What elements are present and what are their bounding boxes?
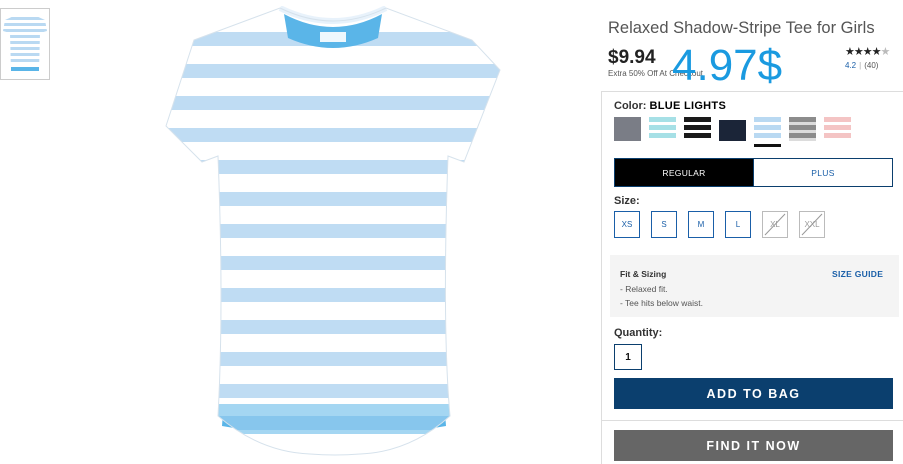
- add-to-bag-button[interactable]: ADD TO BAG: [614, 378, 893, 409]
- color-swatch-blue-lights[interactable]: [754, 117, 781, 147]
- product-main-image: [165, 6, 501, 456]
- product-thumbnail[interactable]: [0, 8, 50, 80]
- size-option-label: S: [661, 220, 667, 229]
- star-icon: ★: [845, 46, 855, 58]
- fit-note: - Relaxed fit.: [620, 284, 668, 294]
- size-option-label: XS: [621, 220, 633, 229]
- rating-score[interactable]: 4.2: [845, 61, 856, 70]
- fit-note: - Tee hits below waist.: [620, 298, 703, 308]
- color-swatch-black-white-stripe[interactable]: [684, 117, 711, 141]
- tab-plus[interactable]: PLUS: [753, 159, 892, 186]
- product-price: $9.94: [608, 47, 656, 68]
- quantity-input[interactable]: 1: [614, 344, 642, 370]
- color-swatch-navy[interactable]: [719, 117, 746, 141]
- unavailable-slash-icon: [801, 213, 823, 236]
- rating-separator: |: [859, 61, 862, 70]
- size-option-xxl[interactable]: XXL: [799, 211, 825, 238]
- size-option-l[interactable]: L: [725, 211, 751, 238]
- unavailable-slash-icon: [764, 213, 786, 236]
- size-option-xs[interactable]: XS: [614, 211, 640, 238]
- tab-regular[interactable]: REGULAR: [615, 159, 753, 186]
- color-swatch-gray-heather[interactable]: [614, 117, 641, 141]
- star-icon: ★: [871, 46, 882, 58]
- fit-sizing-title: Fit & Sizing: [620, 269, 667, 279]
- color-swatch-gray-stripe[interactable]: [789, 117, 816, 141]
- size-option-label: L: [735, 220, 741, 229]
- rating-stars[interactable]: ★★★★★: [845, 45, 891, 58]
- find-it-now-button[interactable]: FIND IT NOW: [614, 430, 893, 461]
- star-empty-icon: ★: [880, 46, 891, 58]
- size-option-s[interactable]: S: [651, 211, 677, 238]
- product-title: Relaxed Shadow-Stripe Tee for Girls: [608, 19, 875, 37]
- rating-summary[interactable]: 4.2 | (40): [845, 61, 878, 70]
- size-option-label: M: [697, 220, 705, 229]
- selected-color-name: BLUE LIGHTS: [649, 100, 727, 112]
- overlay-discount-price: 4.97$: [672, 41, 783, 90]
- color-label-text: Color:: [614, 100, 647, 112]
- size-option-xl[interactable]: XL: [762, 211, 788, 238]
- size-option-m[interactable]: M: [688, 211, 714, 238]
- star-icon: ★: [853, 46, 864, 58]
- size-guide-link[interactable]: SIZE GUIDE: [832, 269, 883, 279]
- fit-type-tabs: REGULAR PLUS: [614, 158, 893, 187]
- color-swatch-pink-stripe[interactable]: [824, 117, 851, 141]
- color-label: Color: BLUE LIGHTS: [614, 100, 726, 112]
- rating-count[interactable]: (40): [864, 61, 878, 70]
- star-icon: ★: [862, 46, 873, 58]
- thumbnail-tee-image: [3, 15, 47, 73]
- quantity-label: Quantity:: [614, 327, 663, 339]
- size-label: Size:: [614, 195, 640, 207]
- color-swatch-aqua-stripe[interactable]: [649, 117, 676, 141]
- divider: [601, 420, 903, 421]
